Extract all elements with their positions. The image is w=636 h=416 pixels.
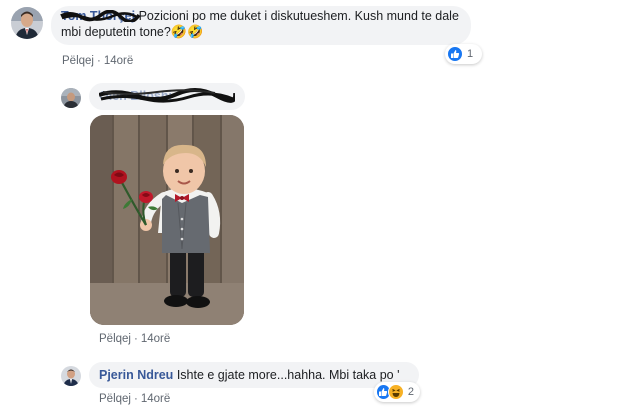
meta-separator: · (133, 333, 138, 345)
meta-separator: · (133, 393, 138, 405)
comment-author[interactable]: Olen Blloshi (99, 83, 235, 110)
reaction-summary[interactable]: 2 (374, 382, 420, 402)
photo-boy-holding-rose (90, 115, 244, 325)
comment-bubble: Pjerin Ndreu Ishte e gjate more...hahha.… (89, 362, 419, 388)
comment-timestamp[interactable]: 14orë (104, 55, 133, 67)
comment-bubble: Olen Blloshi (89, 83, 245, 110)
comment-meta: Pëlqej · 14orë (99, 333, 170, 345)
comment-meta: Pëlqej · 14orë (99, 393, 170, 405)
comment-bubble: Tom Thorçej Pozicioni po me duket i disk… (51, 6, 471, 45)
reaction-count: 1 (467, 48, 474, 60)
comment-meta: Pëlqej · 14orë (62, 55, 133, 67)
comment-emoji: 🤣🤣 (170, 25, 204, 40)
like-reaction-icon (447, 46, 463, 62)
comment-attached-photo[interactable] (90, 115, 244, 325)
comments-thread: Tom Thorçej Pozicioni po me duket i disk… (0, 0, 636, 416)
meta-separator: · (96, 55, 101, 67)
reaction-summary[interactable]: 1 (445, 44, 482, 64)
commenter-avatar[interactable] (11, 7, 43, 39)
comment-author[interactable]: Pjerin Ndreu (99, 368, 173, 382)
like-link[interactable]: Pëlqej (62, 55, 94, 67)
comment-author[interactable]: Tom Thorçej (60, 8, 141, 24)
commenter-avatar[interactable] (61, 366, 81, 386)
commenter-avatar[interactable] (61, 88, 81, 108)
comment-timestamp[interactable]: 14orë (141, 393, 170, 405)
like-link[interactable]: Pëlqej (99, 333, 131, 345)
haha-reaction-icon (387, 384, 404, 400)
comment-text: Ishte e gjate more...hahha. Mbi taka po … (176, 368, 400, 382)
comment-timestamp[interactable]: 14orë (141, 333, 170, 345)
like-link[interactable]: Pëlqej (99, 393, 131, 405)
reaction-count: 2 (407, 386, 414, 398)
